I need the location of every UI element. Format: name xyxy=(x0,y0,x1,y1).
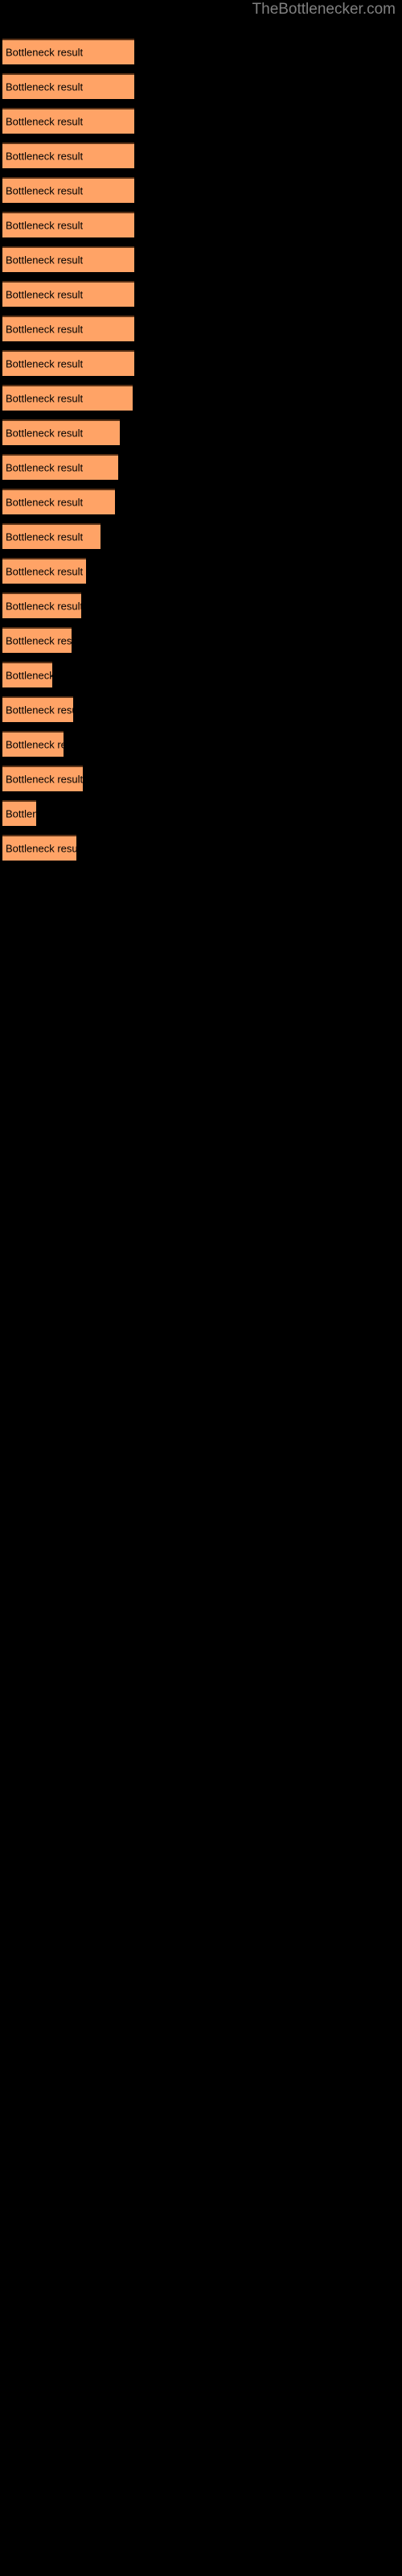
bar-label: Bottleneck result xyxy=(6,600,81,613)
bar-label: Bottleneck result xyxy=(6,288,84,301)
chart-bar-18[interactable]: Bottleneck result xyxy=(2,627,72,653)
bar-label: Bottleneck result xyxy=(6,80,84,93)
bar-label: Bottleneck result xyxy=(6,461,84,474)
chart-bar-22[interactable]: Bottleneck result xyxy=(2,766,83,791)
bar-label: Bottleneck result xyxy=(6,530,84,543)
chart-bar-3[interactable]: Bottleneck result xyxy=(2,108,134,134)
bar-row: Bottleneck result xyxy=(0,800,402,826)
chart-bar-2[interactable]: Bottleneck result xyxy=(2,73,134,99)
bar-label: Bottleneck result xyxy=(6,115,84,128)
bar-label: Bottleneck result xyxy=(6,842,76,855)
chart-bar-1[interactable]: Bottleneck result xyxy=(2,39,134,64)
bar-row: Bottleneck result xyxy=(0,108,402,134)
chart-bar-19[interactable]: Bottleneck result xyxy=(2,662,52,687)
bar-row: Bottleneck result xyxy=(0,212,402,237)
bar-label: Bottleneck result xyxy=(6,150,84,163)
bar-label: Bottleneck result xyxy=(6,323,84,336)
bar-row: Bottleneck result xyxy=(0,281,402,307)
chart-bar-10[interactable]: Bottleneck result xyxy=(2,350,134,376)
chart-bar-15[interactable]: Bottleneck result xyxy=(2,523,100,549)
chart-bar-16[interactable]: Bottleneck result xyxy=(2,558,86,584)
chart-bar-23[interactable]: Bottleneck result xyxy=(2,800,36,826)
bar-row: Bottleneck result xyxy=(0,627,402,653)
bar-label: Bottleneck result xyxy=(6,704,73,716)
chart-bar-5[interactable]: Bottleneck result xyxy=(2,177,134,203)
bottleneck-results-bar-chart: Bottleneck result Bottleneck result Bottle… xyxy=(0,0,402,2576)
bar-row: Bottleneck result xyxy=(0,696,402,722)
chart-bar-24[interactable]: Bottleneck result xyxy=(2,835,76,861)
bar-label: Bottleneck result xyxy=(6,392,84,405)
bar-row: Bottleneck result xyxy=(0,489,402,514)
bar-label: Bottleneck result xyxy=(6,496,84,509)
bar-label: Bottleneck result xyxy=(6,565,84,578)
chart-bar-11[interactable]: Bottleneck result xyxy=(2,385,133,411)
chart-bar-6[interactable]: Bottleneck result xyxy=(2,212,134,237)
chart-bar-9[interactable]: Bottleneck result xyxy=(2,316,134,341)
bar-label: Bottleneck result xyxy=(6,738,64,751)
bar-label: Bottleneck result xyxy=(6,357,84,370)
bar-label: Bottleneck result xyxy=(6,669,52,682)
bar-row: Bottleneck result xyxy=(0,454,402,480)
bar-row: Bottleneck result xyxy=(0,39,402,64)
bar-label: Bottleneck result xyxy=(6,634,72,647)
chart-bar-17[interactable]: Bottleneck result xyxy=(2,592,81,618)
bar-row: Bottleneck result xyxy=(0,73,402,99)
bar-label: Bottleneck result xyxy=(6,773,83,786)
bar-label: Bottleneck result xyxy=(6,807,36,820)
chart-bar-21[interactable]: Bottleneck result xyxy=(2,731,64,757)
bar-row: Bottleneck result xyxy=(0,350,402,376)
bar-row: Bottleneck result xyxy=(0,835,402,861)
bar-label: Bottleneck result xyxy=(6,184,84,197)
bar-row: Bottleneck result xyxy=(0,766,402,791)
bar-row: Bottleneck result xyxy=(0,523,402,549)
bar-row: Bottleneck result xyxy=(0,316,402,341)
bar-row: Bottleneck result xyxy=(0,731,402,757)
chart-bar-20[interactable]: Bottleneck result xyxy=(2,696,73,722)
bar-label: Bottleneck result xyxy=(6,46,84,59)
chart-bar-4[interactable]: Bottleneck result xyxy=(2,142,134,168)
bar-row: Bottleneck result xyxy=(0,385,402,411)
bar-row: Bottleneck result xyxy=(0,419,402,445)
bar-row: Bottleneck result xyxy=(0,142,402,168)
chart-bar-13[interactable]: Bottleneck result xyxy=(2,454,118,480)
chart-bar-7[interactable]: Bottleneck result xyxy=(2,246,134,272)
chart-bar-14[interactable]: Bottleneck result xyxy=(2,489,115,514)
chart-bar-12[interactable]: Bottleneck result xyxy=(2,419,120,445)
bar-row: Bottleneck result xyxy=(0,558,402,584)
bar-label: Bottleneck result xyxy=(6,219,84,232)
bar-row: Bottleneck result xyxy=(0,177,402,203)
bar-row: Bottleneck result xyxy=(0,592,402,618)
chart-bar-8[interactable]: Bottleneck result xyxy=(2,281,134,307)
bar-row: Bottleneck result xyxy=(0,662,402,687)
bar-row: Bottleneck result xyxy=(0,246,402,272)
bar-label: Bottleneck result xyxy=(6,427,84,440)
bar-label: Bottleneck result xyxy=(6,254,84,266)
